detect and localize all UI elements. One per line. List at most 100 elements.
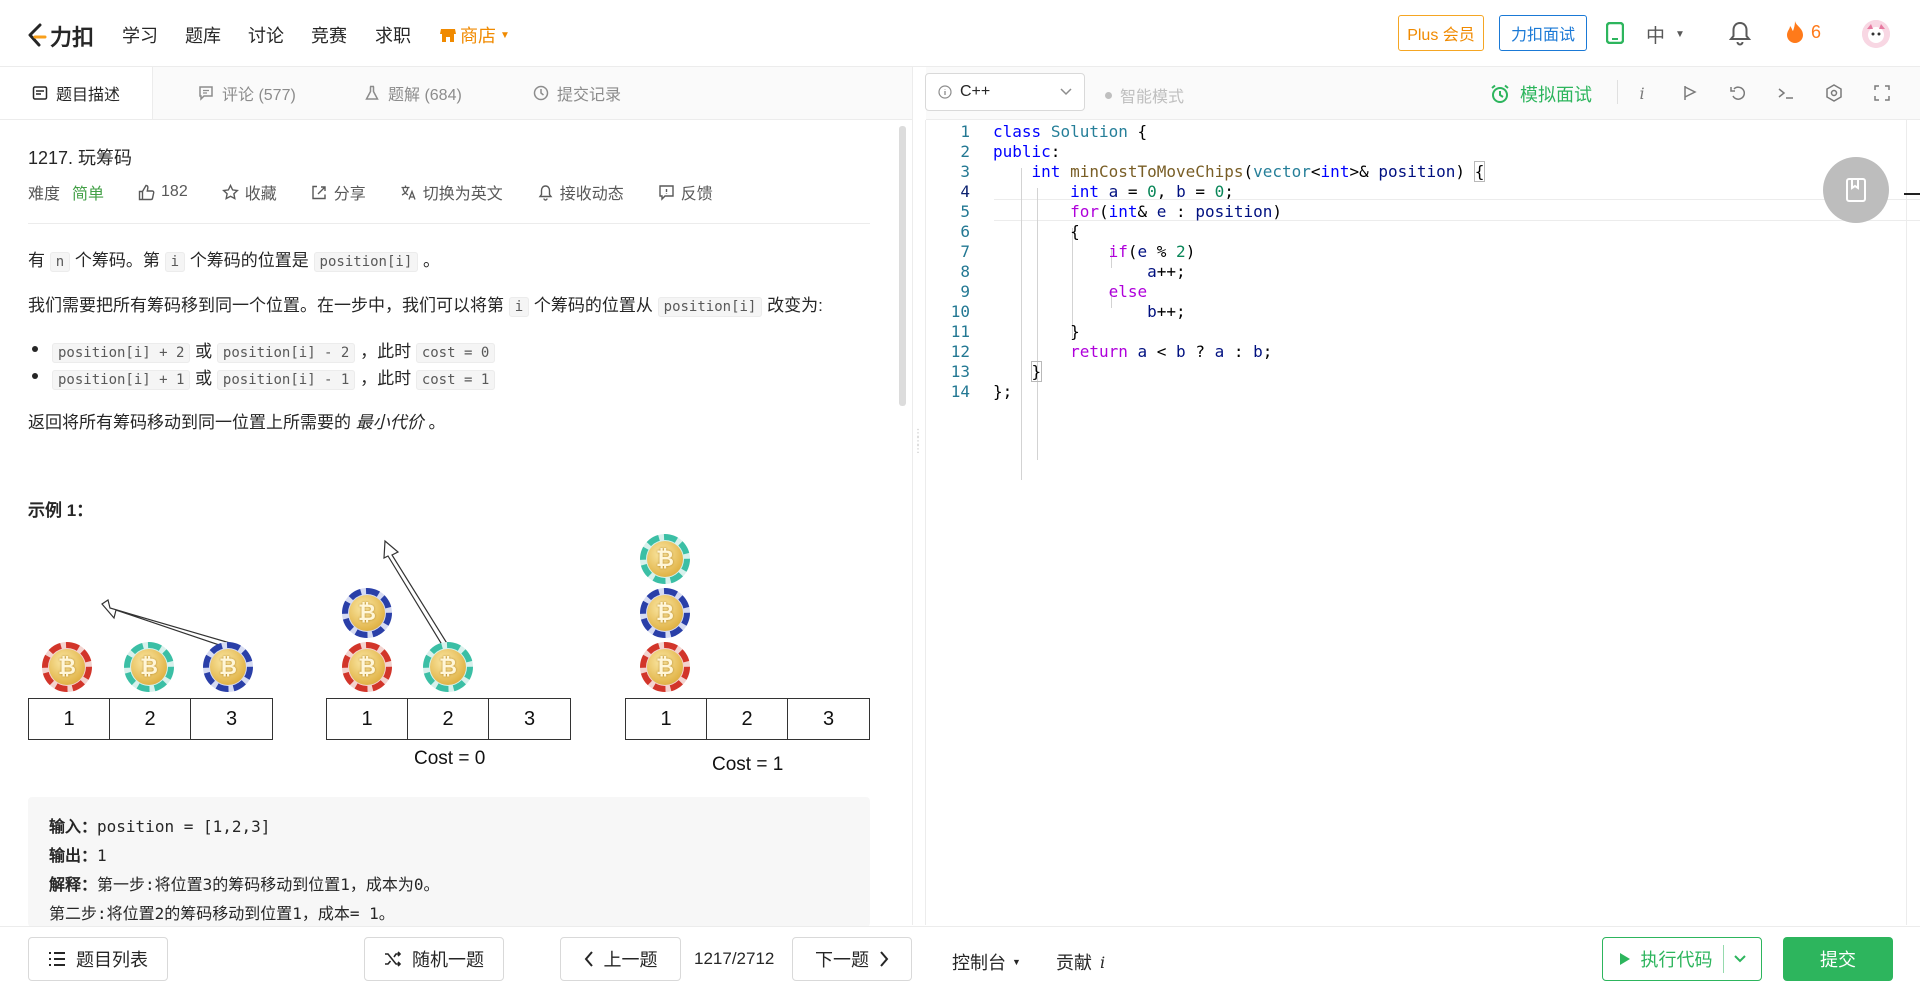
nav-jobs[interactable]: 求职: [375, 22, 411, 48]
bitcoin-icon: ₿: [647, 595, 683, 631]
editor-scrollbar[interactable]: [1906, 120, 1907, 925]
text: 个筹码的位置从: [533, 296, 653, 315]
line-number: 3: [960, 162, 970, 181]
terminal-icon[interactable]: [1776, 83, 1796, 103]
toolbar-separator: [1617, 80, 1618, 104]
feedback-button[interactable]: 反馈: [658, 180, 713, 204]
switch-language-button[interactable]: 切换为英文: [400, 180, 503, 204]
panel-divider: [912, 67, 913, 925]
prev-problem-button[interactable]: 上一题: [560, 937, 681, 981]
settings-icon[interactable]: [1824, 83, 1844, 103]
smart-mode-toggle[interactable]: 智能模式: [1105, 83, 1184, 107]
run-flag-icon[interactable]: [1680, 83, 1700, 103]
bell-icon: [538, 184, 553, 201]
bitcoin-icon: ₿: [647, 541, 683, 577]
inline-code: position[i] + 1: [52, 370, 191, 390]
favorite-label: 收藏: [244, 186, 277, 203]
position-cell: 1: [327, 699, 408, 739]
leetcode-logo[interactable]: 力扣: [26, 20, 94, 52]
console-toggle[interactable]: 控制台 ▼: [952, 949, 1021, 975]
value: position = [1,2,3]: [97, 817, 271, 836]
alarm-clock-icon: [1491, 84, 1509, 103]
reset-code-icon[interactable]: [1728, 83, 1748, 103]
notes-floating-button[interactable]: [1823, 157, 1889, 223]
code-text: else: [1108, 282, 1148, 301]
inline-code: i: [508, 297, 530, 317]
favorite-button[interactable]: 收藏: [221, 180, 277, 204]
cost-label: Cost = 0: [414, 748, 486, 769]
bitcoin-icon: ₿: [49, 649, 85, 685]
language-select[interactable]: C++: [925, 73, 1085, 111]
code-editor[interactable]: 1 class Solution { 2 public: 3 int minCost…: [926, 120, 1920, 925]
line-number: 10: [950, 302, 970, 321]
top-navbar: 力扣 学习 题库 讨论 竞赛 求职 商店 ▼ Plus 会员 力扣面试 中 ▼ …: [0, 0, 1920, 67]
run-code-button[interactable]: 执行代码: [1602, 937, 1762, 981]
share-label: 分享: [333, 186, 366, 203]
streak-counter[interactable]: 6: [1785, 20, 1821, 44]
chip: ₿: [423, 642, 473, 692]
description-scrollbar[interactable]: [899, 126, 906, 406]
example-explanation: 解释：第一步:将位置3的筹码移动到位置1，成本为0。: [49, 871, 440, 895]
text: 或: [195, 369, 213, 388]
label: 解释：: [49, 877, 98, 894]
comment-icon: [199, 86, 213, 101]
tab-description-label: 题目描述: [55, 87, 120, 104]
random-problem-button[interactable]: 随机一题: [364, 937, 504, 981]
tab-submissions[interactable]: 提交记录: [533, 67, 621, 119]
bitcoin-icon: ₿: [430, 649, 466, 685]
tab-comments[interactable]: 评论 (577): [198, 67, 296, 119]
bitcoin-icon: ₿: [349, 649, 385, 685]
clock-icon: [533, 85, 549, 101]
switch-language-label: 切换为英文: [422, 186, 503, 203]
tab-description[interactable]: 题目描述: [0, 67, 153, 119]
star-icon: [221, 183, 239, 200]
chevron-down-icon[interactable]: [1733, 955, 1746, 963]
subscribe-button[interactable]: 接收动态: [537, 180, 624, 204]
problem-list-button[interactable]: 题目列表: [28, 937, 168, 981]
problem-meta-bar: 难度 简单 182 收藏 分享 切换为英文 接收动态 反馈: [28, 180, 747, 204]
position-cell: 1: [626, 699, 707, 739]
nav-shop[interactable]: 商店 ▼: [440, 22, 510, 48]
bookmark-book-icon: [1846, 178, 1866, 202]
line-number: 4: [960, 182, 970, 201]
nav-discuss[interactable]: 讨论: [248, 22, 284, 48]
nav-contest[interactable]: 竞赛: [311, 22, 347, 48]
like-button[interactable]: 182: [138, 183, 188, 201]
info-italic-icon[interactable]: i: [1632, 83, 1652, 103]
line-number: 9: [960, 282, 970, 301]
nav-problemset[interactable]: 题库: [185, 22, 221, 48]
next-problem-label: 下一题: [815, 950, 869, 970]
notification-bell-icon[interactable]: [1728, 20, 1752, 46]
drag-handle[interactable]: ⋮ ⋮ ⋮: [913, 429, 923, 490]
language-switcher[interactable]: 中 ▼: [1646, 21, 1685, 48]
tab-solutions[interactable]: 题解 (684): [364, 67, 462, 119]
submit-button[interactable]: 提交: [1783, 937, 1893, 981]
status-dot: [1105, 91, 1112, 99]
flask-icon: [365, 85, 379, 100]
line-number: 7: [960, 242, 970, 261]
position-cell: 2: [707, 699, 788, 739]
text: 改变为:: [767, 296, 823, 315]
plus-membership-button[interactable]: Plus 会员: [1398, 15, 1484, 51]
contribute-button[interactable]: 贡献 i: [1056, 949, 1105, 975]
run-code-label: 执行代码: [1640, 950, 1713, 970]
line-number: 1: [960, 122, 970, 141]
text: 。: [428, 413, 446, 432]
shuffle-icon: [385, 951, 402, 967]
fullscreen-icon[interactable]: [1872, 83, 1892, 103]
code-text: b++;: [1147, 302, 1186, 321]
next-problem-button[interactable]: 下一题: [792, 937, 912, 981]
mobile-app-icon[interactable]: [1606, 22, 1624, 44]
mock-interview-button[interactable]: 模拟面试: [1490, 81, 1592, 107]
flame-icon: [1787, 21, 1803, 43]
nav-learn[interactable]: 学习: [122, 22, 158, 48]
problem-list-label: 题目列表: [76, 950, 148, 970]
code-text: if(e % 2): [1108, 242, 1196, 261]
user-avatar[interactable]: [1862, 20, 1890, 48]
position-cell: 2: [408, 699, 489, 739]
list-item: position[i] + 2 或 position[i] - 2 ，此时 co…: [31, 337, 496, 363]
store-icon: [440, 28, 456, 42]
text: ，此时: [360, 369, 412, 388]
interview-button[interactable]: 力扣面试: [1499, 15, 1587, 51]
share-button[interactable]: 分享: [311, 180, 366, 204]
